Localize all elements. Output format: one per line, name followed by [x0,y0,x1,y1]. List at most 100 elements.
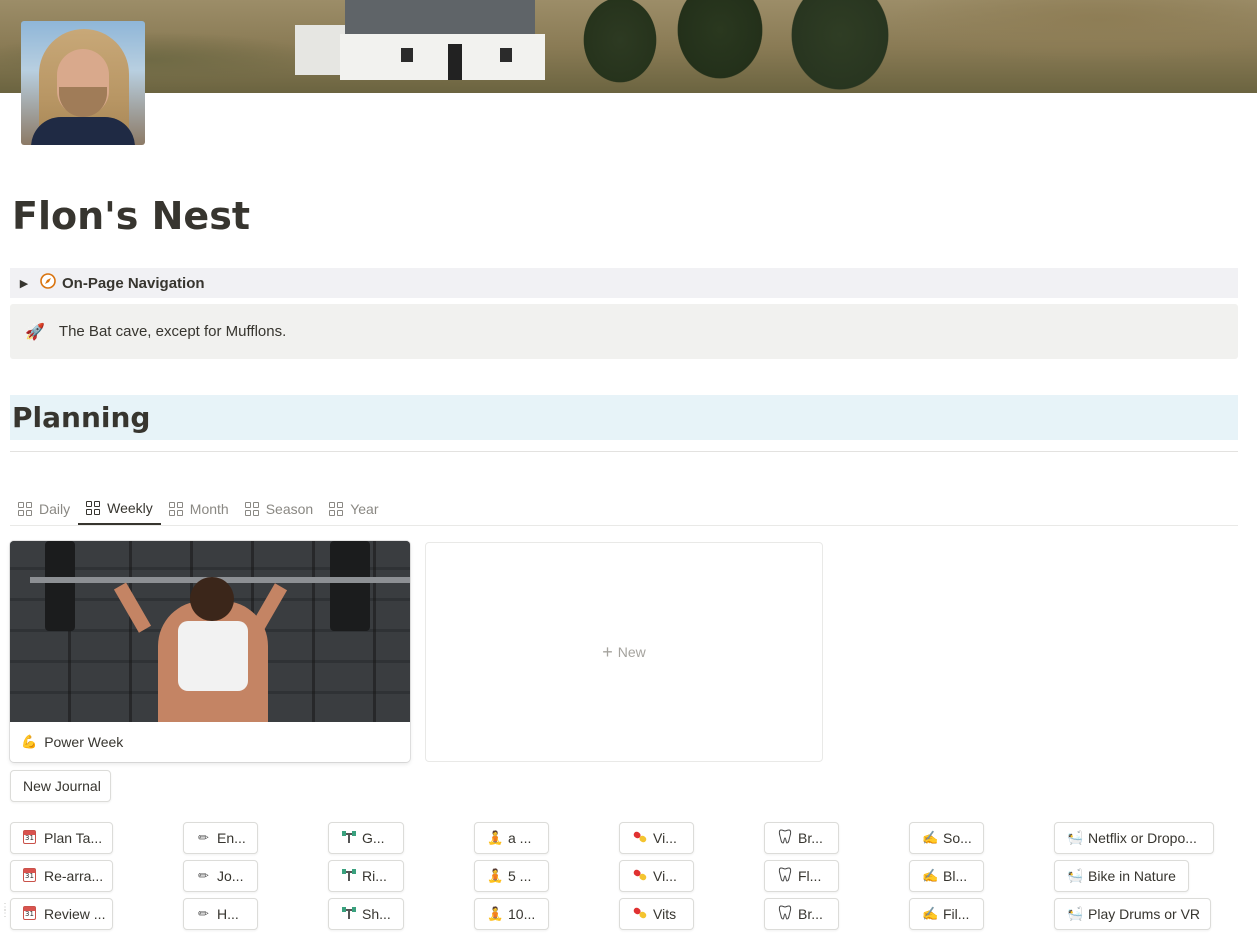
template-button[interactable]: G... [328,822,404,854]
template-button-label: Netflix or Dropo... [1088,830,1197,846]
meditation-icon: 🧘 [487,830,504,845]
template-button[interactable]: 🛀 Netflix or Dropo... [1054,822,1214,854]
template-button[interactable]: 🛀 Bike in Nature [1054,860,1189,892]
card-caption: 💪 Power Week [10,722,410,762]
dumbbell-icon [341,830,356,847]
template-button-label: G... [362,830,385,846]
template-button[interactable]: Re-arra... [10,860,113,892]
flexed-biceps-icon: 💪 [21,734,38,749]
rocket-icon: 🚀 [25,323,45,341]
tab-month[interactable]: Month [161,492,237,525]
writing-hand-icon: ✍ [922,906,939,921]
tab-label: Season [265,500,314,517]
template-button[interactable]: 🧘 10... [474,898,549,930]
template-button[interactable]: Br... [764,898,839,930]
template-button[interactable]: Sh... [328,898,404,930]
template-button[interactable]: 🛀 Play Drums or VR [1054,898,1211,930]
page-icon-avatar[interactable] [21,21,145,145]
template-button[interactable]: Vi... [619,860,694,892]
gallery-card-power-week[interactable]: 💪 Power Week [10,541,410,762]
template-button[interactable]: Vits [619,898,694,930]
tooth-icon [777,867,792,885]
template-button-label: Fil... [943,906,970,922]
plus-icon: + [602,641,613,662]
template-button[interactable]: Vi... [619,822,694,854]
planning-heading-block: Planning [10,395,1238,440]
template-button-label: En... [217,830,246,846]
gallery-icon [244,501,259,516]
template-button-label: Plan Ta... [44,830,103,846]
pencil-icon: ✏ [198,830,209,845]
pill-icon [632,906,647,923]
template-button[interactable]: 🧘 5 ... [474,860,549,892]
new-journal-button[interactable]: New Journal [10,770,111,802]
dumbbell-icon [341,906,356,923]
template-button-label: Br... [798,906,823,922]
template-button[interactable]: Fl... [764,860,839,892]
tab-label: Daily [39,500,71,517]
pill-icon [632,830,647,847]
gallery-icon [18,501,32,516]
template-button-label: a ... [508,830,532,846]
template-button[interactable]: ✍ So... [909,822,984,854]
template-button[interactable]: ✍ Fil... [909,898,984,930]
template-button[interactable]: ✏ H... [183,898,258,930]
template-button-label: Bl... [943,868,968,884]
bathtub-icon: 🛀 [1067,868,1084,883]
bathtub-icon: 🛀 [1067,830,1084,845]
tab-season[interactable]: Season [237,492,321,525]
card-title: Power Week [44,734,124,750]
template-button-label: H... [217,906,239,922]
dumbbell-icon [341,868,356,885]
template-button-label: So... [943,830,972,846]
toggle-label: On-Page Navigation [62,274,205,292]
tab-label: Weekly [107,499,153,516]
template-button-label: Vi... [653,830,677,846]
meditation-icon: 🧘 [487,906,504,921]
drag-handle-icon[interactable]: ⋮ ⋮ [0,903,10,923]
tab-weekly[interactable]: Weekly [78,492,161,525]
tab-daily[interactable]: Daily [10,492,78,525]
tab-label: Year [350,500,379,517]
page-title: Flon's Nest [12,194,250,238]
template-button-label: Play Drums or VR [1088,906,1201,922]
template-button-label: Review ... [44,906,106,922]
meditation-icon: 🧘 [487,868,504,883]
template-button-label: Fl... [798,868,822,884]
new-card-label: New [617,644,646,660]
template-button[interactable]: 🧘 a ... [474,822,549,854]
template-button-label: Sh... [362,906,391,922]
gallery-icon [86,500,101,515]
cover-trees [540,0,920,93]
toggle-triangle-icon[interactable]: ▶ [12,277,36,290]
template-button[interactable]: ✏ Jo... [183,860,258,892]
template-button-label: Re-arra... [44,868,104,884]
template-button[interactable]: Review ... [10,898,113,930]
navigation-toggle[interactable]: ▶ On-Page Navigation [10,268,1238,298]
callout-text: The Bat cave, except for Mufflons. [58,323,287,340]
tab-year[interactable]: Year [321,492,386,525]
template-button[interactable]: Ri... [328,860,404,892]
template-button-label: Vits [653,906,677,922]
bathtub-icon: 🛀 [1067,906,1084,921]
template-button[interactable]: ✍ Bl... [909,860,984,892]
template-button[interactable]: Br... [764,822,839,854]
gallery-icon [329,501,344,516]
template-button[interactable]: ✏ En... [183,822,258,854]
cover-image [0,0,1257,93]
writing-hand-icon: ✍ [922,830,939,845]
template-button-label: Ri... [362,868,387,884]
database-view-tabs: Daily Weekly Month Season Year [10,492,1238,526]
new-card-button[interactable]: + New [425,542,823,762]
tooth-icon [777,829,792,847]
template-button-label: Vi... [653,868,677,884]
template-button[interactable]: Plan Ta... [10,822,113,854]
divider [10,451,1238,452]
pencil-icon: ✏ [198,868,209,883]
tab-label: Month [189,500,229,517]
cover-house [295,0,545,80]
gallery-icon [168,501,183,516]
new-journal-label: New Journal [23,778,101,794]
callout-block: 🚀 The Bat cave, except for Mufflons. [10,304,1238,359]
calendar-icon [23,905,38,923]
